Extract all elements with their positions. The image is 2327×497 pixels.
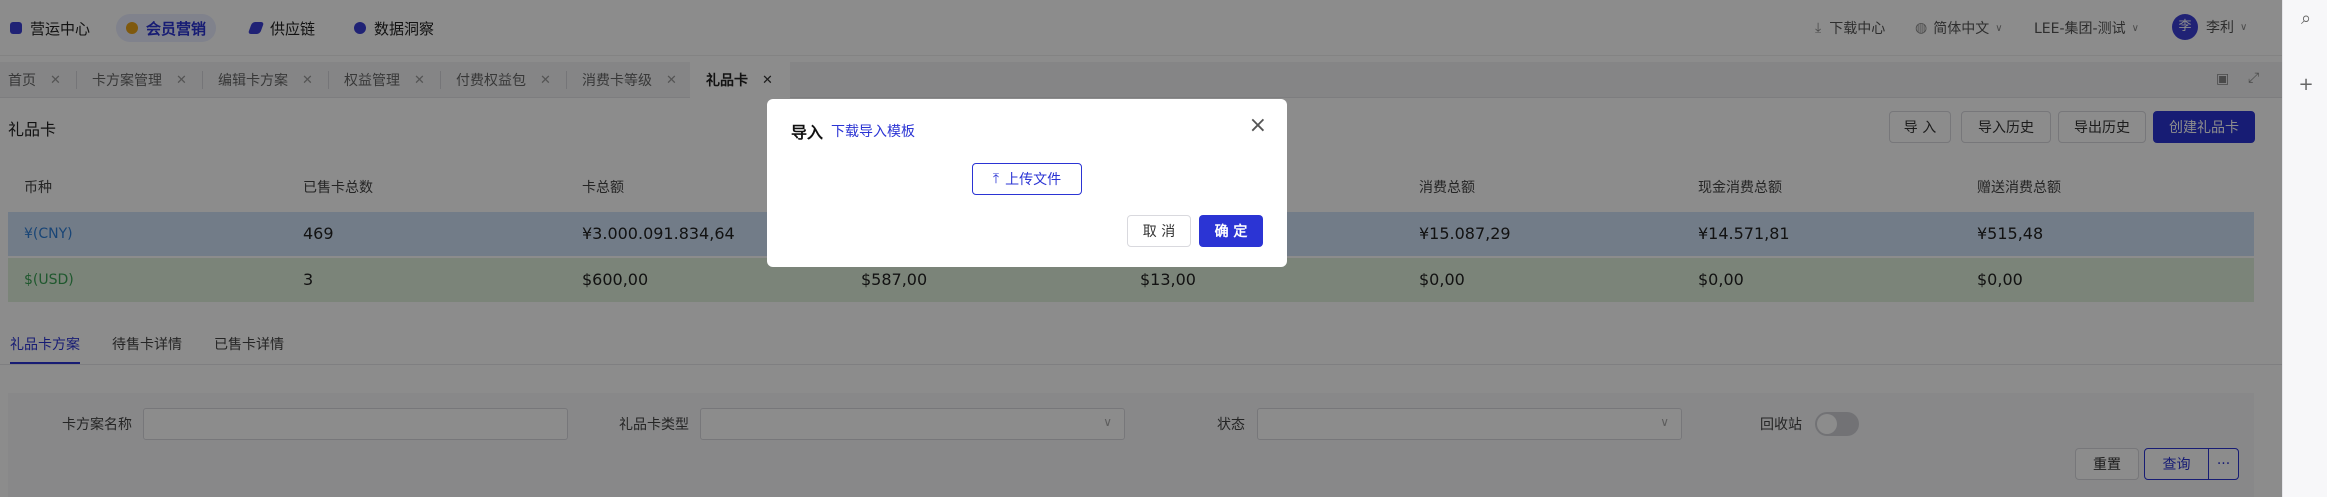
import-modal: 导入 下载导入模板 × ⤒ 上传文件 取 消 确 定 (767, 99, 1287, 267)
right-rail: ⌕ + (2282, 0, 2327, 497)
download-template-link[interactable]: 下载导入模板 (831, 121, 915, 141)
app-root: 营运中心 会员营销 供应链 数据洞察 ⤓ 下载中心 ◍ 简体中文 ∨ LEE-集… (0, 0, 2282, 497)
upload-icon: ⤒ (992, 171, 1000, 187)
search-icon[interactable]: ⌕ (2295, 8, 2317, 30)
confirm-button[interactable]: 确 定 (1199, 215, 1263, 247)
cancel-button[interactable]: 取 消 (1127, 215, 1191, 247)
modal-title: 导入 (791, 123, 824, 142)
upload-file-button[interactable]: ⤒ 上传文件 (972, 163, 1082, 195)
add-icon[interactable]: + (2295, 74, 2317, 96)
upload-label: 上传文件 (1005, 172, 1062, 188)
close-icon[interactable]: × (1249, 115, 1267, 137)
